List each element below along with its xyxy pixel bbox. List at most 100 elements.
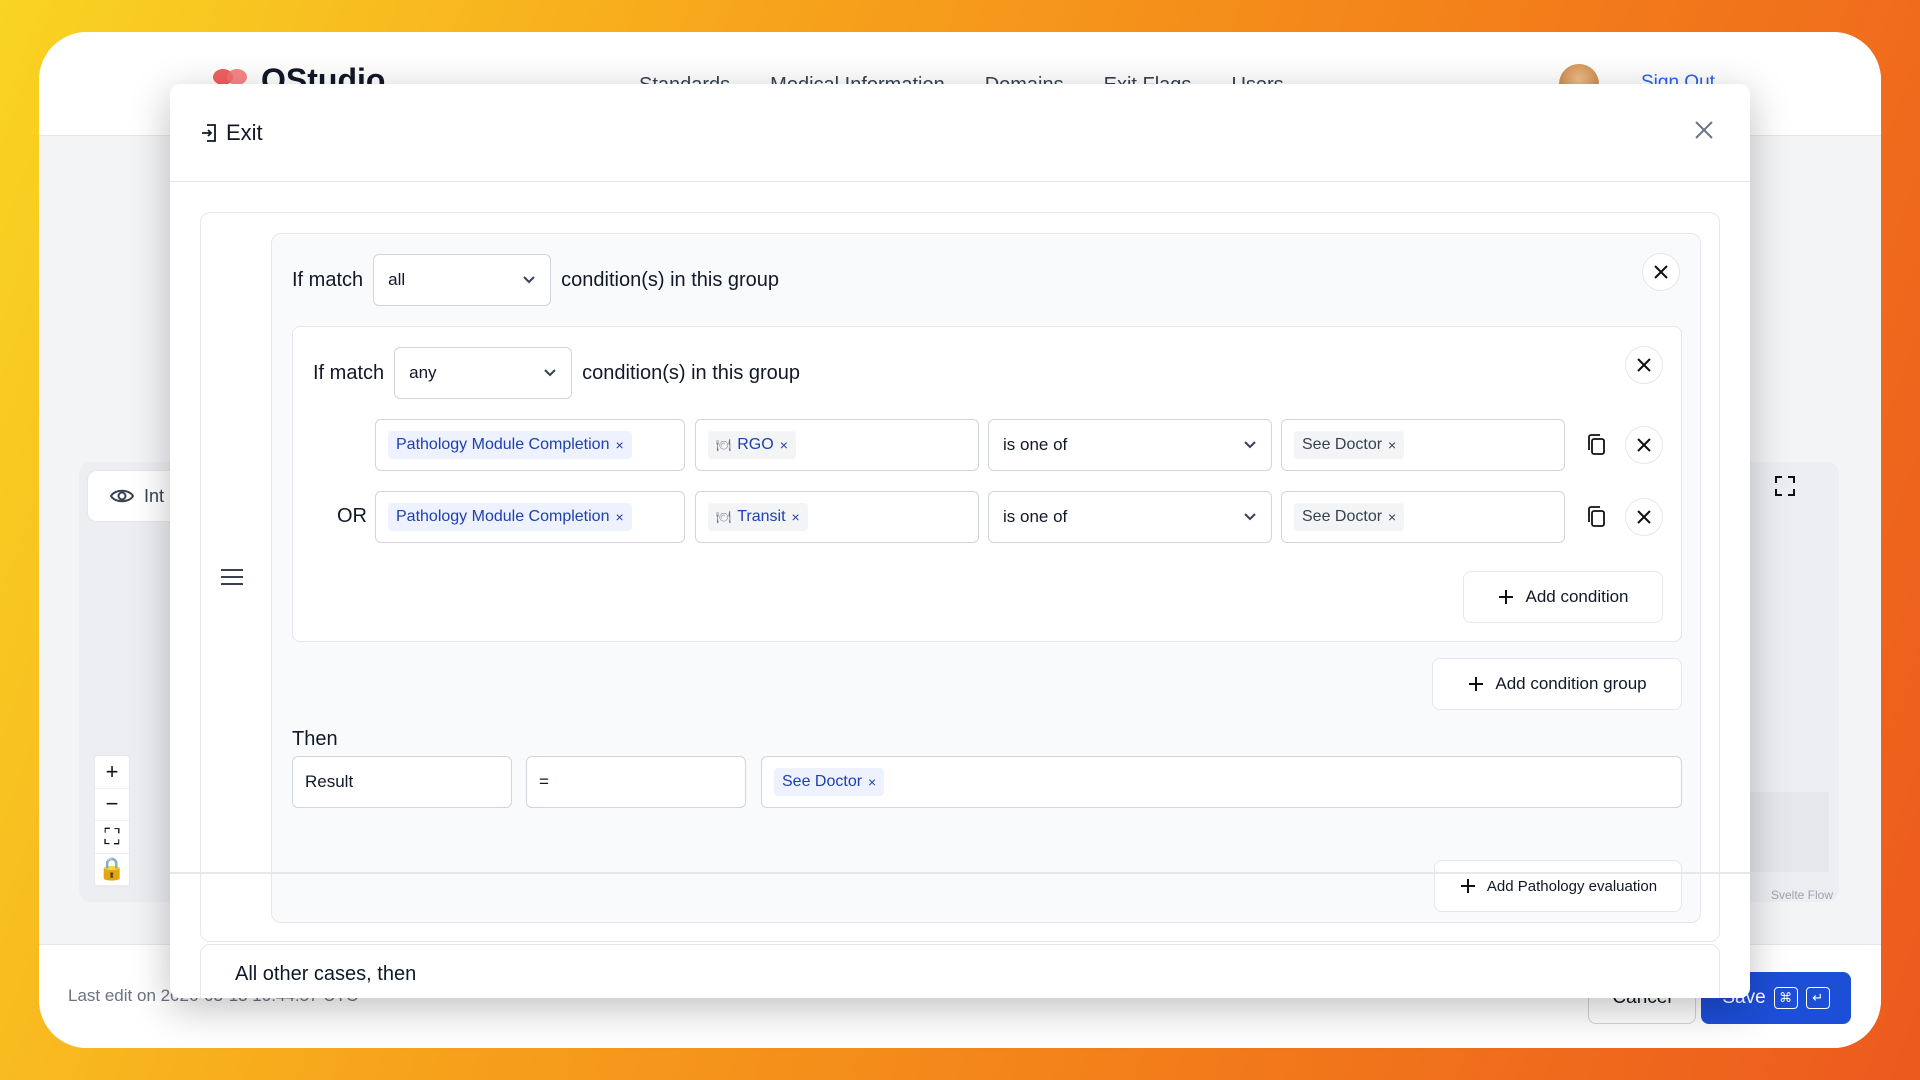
inner-condition-group: If match any condition(s) in this group [292, 326, 1682, 642]
copy-icon[interactable] [1585, 433, 1607, 457]
outer-condition-group: If match all condition(s) in this group … [271, 233, 1701, 923]
operator-value: is one of [1003, 507, 1068, 526]
close-icon [1637, 510, 1651, 524]
condition-connector: OR [337, 505, 367, 527]
then-operator-field[interactable]: = [526, 756, 746, 808]
modal-body[interactable]: If match all condition(s) in this group … [170, 182, 1750, 972]
condition-value-select[interactable]: See Doctor × [1281, 491, 1565, 543]
chevron-down-icon [1244, 513, 1256, 521]
other-cases-label: All other cases, then [235, 963, 417, 985]
drag-handle-icon[interactable] [219, 567, 245, 587]
enter-key-icon: ↵ [1805, 987, 1830, 1009]
add-evaluation-label: Add Pathology evaluation [1486, 877, 1658, 895]
condition-subfield-select[interactable]: 🍽 RGO × [695, 419, 979, 471]
add-condition-group-button[interactable]: Add condition group [1432, 658, 1682, 710]
add-condition-group-label: Add condition group [1495, 674, 1647, 693]
then-target-field[interactable]: Result [292, 756, 512, 808]
table-icon: 🍽 [716, 510, 732, 524]
outer-match-prefix: If match [292, 268, 364, 291]
condition-row: Pathology Module Completion × 🍽 RGO × is… [293, 419, 1681, 471]
table-icon: 🍽 [716, 438, 732, 452]
plus-icon [1460, 879, 1475, 893]
flow-attribution[interactable]: Svelte Flow [1771, 888, 1833, 902]
eye-icon [110, 489, 134, 503]
condition-field-select[interactable]: Pathology Module Completion × [375, 419, 685, 471]
add-evaluation-button[interactable]: Add Pathology evaluation [1434, 860, 1682, 912]
cmd-key-icon: ⌘ [1773, 987, 1798, 1009]
field-chip-label: Pathology Module Completion [396, 436, 610, 453]
inner-match-row: If match any condition(s) in this group [313, 347, 800, 399]
inner-match-value: any [409, 363, 437, 382]
modal-header: Exit [170, 84, 1750, 182]
zoom-out-icon[interactable]: − [95, 789, 129, 821]
exit-icon [202, 124, 216, 142]
operator-value: is one of [1003, 435, 1068, 454]
rule-card: If match all condition(s) in this group … [200, 212, 1720, 942]
outer-match-value: all [388, 270, 406, 289]
inner-match-select[interactable]: any [394, 347, 573, 399]
subfield-chip: 🍽 Transit × [708, 503, 808, 531]
value-chip-label: See Doctor [1302, 508, 1383, 525]
modal-title-text: Exit [226, 120, 263, 145]
minimap[interactable] [1749, 792, 1829, 872]
outer-match-suffix: condition(s) in this group [561, 268, 780, 291]
then-value-chip: See Doctor × [774, 768, 885, 796]
field-chip: Pathology Module Completion × [388, 503, 632, 531]
add-condition-label: Add condition [1525, 587, 1629, 606]
chip-remove-icon[interactable]: × [1388, 437, 1396, 453]
condition-subfield-select[interactable]: 🍽 Transit × [695, 491, 979, 543]
outer-match-select[interactable]: all [373, 254, 552, 306]
fit-view-icon[interactable]: ⛶ [95, 821, 129, 854]
condition-value-select[interactable]: See Doctor × [1281, 419, 1565, 471]
add-condition-button[interactable]: Add condition [1463, 571, 1663, 623]
copy-icon[interactable] [1585, 505, 1607, 529]
other-cases-card: All other cases, then [200, 944, 1720, 998]
then-value-chip-label: See Doctor [782, 773, 863, 790]
then-operator-value: = [539, 772, 549, 791]
then-label: Then [292, 728, 338, 750]
chip-remove-icon[interactable]: × [615, 437, 623, 453]
fullscreen-icon[interactable] [1773, 474, 1797, 498]
inner-match-prefix: If match [313, 361, 385, 384]
condition-row: OR Pathology Module Completion × 🍽 Trans… [293, 491, 1681, 543]
chevron-down-icon [523, 276, 535, 284]
condition-operator-select[interactable]: is one of [988, 491, 1272, 543]
subfield-chip: 🍽 RGO × [708, 431, 796, 459]
close-icon [1637, 438, 1651, 452]
exit-modal: Exit If match all condition(s) in this g… [170, 84, 1750, 998]
modal-title: Exit [200, 120, 263, 146]
value-chip: See Doctor × [1294, 503, 1405, 531]
outer-match-row: If match all condition(s) in this group [292, 254, 779, 306]
condition-field-select[interactable]: Pathology Module Completion × [375, 491, 685, 543]
then-target-value: Result [305, 772, 354, 791]
remove-condition-button[interactable] [1625, 498, 1663, 536]
remove-condition-button[interactable] [1625, 426, 1663, 464]
chevron-down-icon [544, 369, 556, 377]
value-chip-label: See Doctor [1302, 436, 1383, 453]
remove-inner-group-button[interactable] [1625, 346, 1663, 384]
field-chip-label: Pathology Module Completion [396, 508, 610, 525]
close-icon [1654, 265, 1668, 279]
then-value-field[interactable]: See Doctor × [761, 756, 1682, 808]
close-icon [1637, 358, 1651, 372]
chip-remove-icon[interactable]: × [792, 509, 800, 525]
chip-remove-icon[interactable]: × [868, 774, 876, 790]
subfield-chip-label: Transit [737, 508, 786, 525]
plus-icon [1499, 590, 1514, 604]
condition-operator-select[interactable]: is one of [988, 419, 1272, 471]
plus-icon [1469, 677, 1484, 691]
chip-remove-icon[interactable]: × [1388, 509, 1396, 525]
modal-footer-divider [170, 872, 1750, 874]
field-chip: Pathology Module Completion × [388, 431, 632, 459]
chip-remove-icon[interactable]: × [780, 437, 788, 453]
zoom-in-icon[interactable]: + [95, 756, 129, 789]
chevron-down-icon [1244, 441, 1256, 449]
close-icon[interactable] [1692, 118, 1716, 142]
subfield-chip-label: RGO [737, 436, 774, 453]
lock-icon[interactable]: 🔒 [95, 854, 129, 886]
value-chip: See Doctor × [1294, 431, 1405, 459]
zoom-controls: + − ⛶ 🔒 [94, 755, 130, 887]
chip-remove-icon[interactable]: × [615, 509, 623, 525]
remove-outer-group-button[interactable] [1642, 253, 1680, 291]
view-toggle-label: Int [144, 485, 165, 506]
